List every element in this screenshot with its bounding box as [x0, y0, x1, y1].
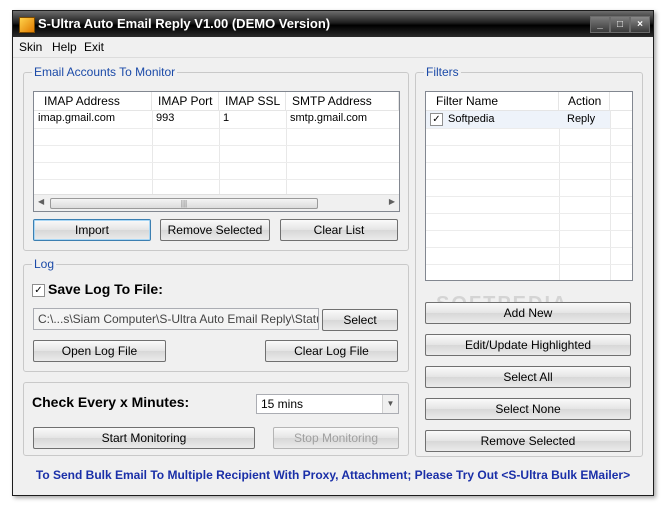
grid-line — [426, 230, 632, 231]
grid-line — [34, 162, 399, 163]
scroll-right-icon[interactable]: ▶ — [389, 197, 395, 206]
grid-line — [34, 128, 399, 129]
cell-imap-port: 993 — [156, 112, 175, 124]
clear-log-file-button[interactable]: Clear Log File — [265, 340, 398, 362]
select-log-path-button[interactable]: Select — [322, 309, 398, 331]
filters-table[interactable]: Filter Name Action ✓ Softpedia Reply — [425, 91, 633, 281]
grid-line — [610, 110, 611, 280]
grid-line — [426, 179, 632, 180]
grid-line — [426, 128, 632, 129]
accounts-panel: Email Accounts To Monitor IMAP Address I… — [23, 65, 409, 251]
check-interval-label: Check Every x Minutes: — [32, 394, 190, 410]
minimize-button[interactable]: _ — [590, 16, 610, 33]
cell-imap-address: imap.gmail.com — [38, 112, 116, 124]
filters-panel: Filters Filter Name Action ✓ Softpedia R… — [415, 65, 643, 457]
grid-line — [559, 110, 560, 280]
filter-name: Softpedia — [448, 113, 495, 125]
app-icon — [19, 17, 35, 33]
column-imap-ssl[interactable]: IMAP SSL — [219, 92, 286, 110]
select-none-button[interactable]: Select None — [425, 398, 631, 420]
edit-filter-button[interactable]: Edit/Update Highlighted — [425, 334, 631, 356]
window-title: S-Ultra Auto Email Reply V1.00 (DEMO Ver… — [38, 16, 331, 31]
column-imap-port[interactable]: IMAP Port — [152, 92, 219, 110]
menu-skin[interactable]: Skin — [19, 40, 42, 54]
accounts-horizontal-scrollbar[interactable]: ◀ ||| ▶ — [34, 194, 399, 211]
monitoring-panel: Check Every x Minutes: 15 mins ▼ Start M… — [23, 382, 409, 456]
log-legend: Log — [32, 257, 57, 271]
accounts-table-header: IMAP Address IMAP Port IMAP SSL SMTP Add… — [34, 92, 399, 111]
filter-action: Reply — [567, 113, 596, 125]
stop-monitoring-button[interactable]: Stop Monitoring — [273, 427, 399, 449]
accounts-table[interactable]: IMAP Address IMAP Port IMAP SSL SMTP Add… — [33, 91, 400, 212]
import-button[interactable]: Import — [33, 219, 151, 241]
column-smtp-address[interactable]: SMTP Address — [286, 92, 399, 110]
menu-help[interactable]: Help — [52, 40, 77, 54]
grid-line — [426, 196, 632, 197]
interval-dropdown[interactable]: 15 mins ▼ — [256, 394, 399, 414]
scroll-left-icon[interactable]: ◀ — [38, 197, 44, 206]
main-window: S-Ultra Auto Email Reply V1.00 (DEMO Ver… — [12, 10, 654, 496]
select-all-button[interactable]: Select All — [425, 366, 631, 388]
promo-link[interactable]: To Send Bulk Email To Multiple Recipient… — [13, 468, 653, 482]
column-action[interactable]: Action — [559, 92, 610, 110]
scroll-thumb[interactable]: ||| — [50, 198, 318, 209]
grid-line — [426, 162, 632, 163]
cell-imap-ssl: 1 — [223, 112, 230, 124]
chevron-down-icon[interactable]: ▼ — [382, 395, 398, 413]
filters-table-header: Filter Name Action — [426, 92, 632, 111]
open-log-file-button[interactable]: Open Log File — [33, 340, 166, 362]
grid-line — [34, 179, 399, 180]
remove-selected-filter-button[interactable]: Remove Selected — [425, 430, 631, 452]
close-button[interactable]: × — [630, 16, 650, 33]
title-bar[interactable]: S-Ultra Auto Email Reply V1.00 (DEMO Ver… — [13, 11, 653, 37]
grid-line — [34, 145, 399, 146]
add-filter-button[interactable]: Add New — [425, 302, 631, 324]
save-log-checkbox[interactable]: ✓ — [32, 284, 45, 297]
save-log-label: Save Log To File: — [48, 281, 163, 297]
log-path-field[interactable]: C:\...s\Siam Computer\S-Ultra Auto Email… — [33, 308, 319, 330]
grid-line — [426, 213, 632, 214]
menu-exit[interactable]: Exit — [84, 40, 104, 54]
filter-enabled-checkbox[interactable]: ✓ — [430, 113, 443, 126]
column-imap-address[interactable]: IMAP Address — [34, 92, 152, 110]
filters-legend: Filters — [424, 65, 461, 79]
column-filter-name[interactable]: Filter Name — [426, 92, 559, 110]
start-monitoring-button[interactable]: Start Monitoring — [33, 427, 255, 449]
accounts-legend: Email Accounts To Monitor — [32, 65, 178, 79]
grid-line — [426, 247, 632, 248]
grid-line — [426, 145, 632, 146]
interval-value: 15 mins — [261, 397, 304, 411]
log-panel: Log ✓ Save Log To File: C:\...s\Siam Com… — [23, 257, 409, 372]
clear-list-button[interactable]: Clear List — [280, 219, 398, 241]
menu-bar: Skin Help Exit — [13, 37, 653, 58]
remove-selected-account-button[interactable]: Remove Selected — [160, 219, 270, 241]
maximize-button[interactable]: □ — [610, 16, 630, 33]
cell-smtp-address: smtp.gmail.com — [290, 112, 368, 124]
grid-line — [426, 264, 632, 265]
